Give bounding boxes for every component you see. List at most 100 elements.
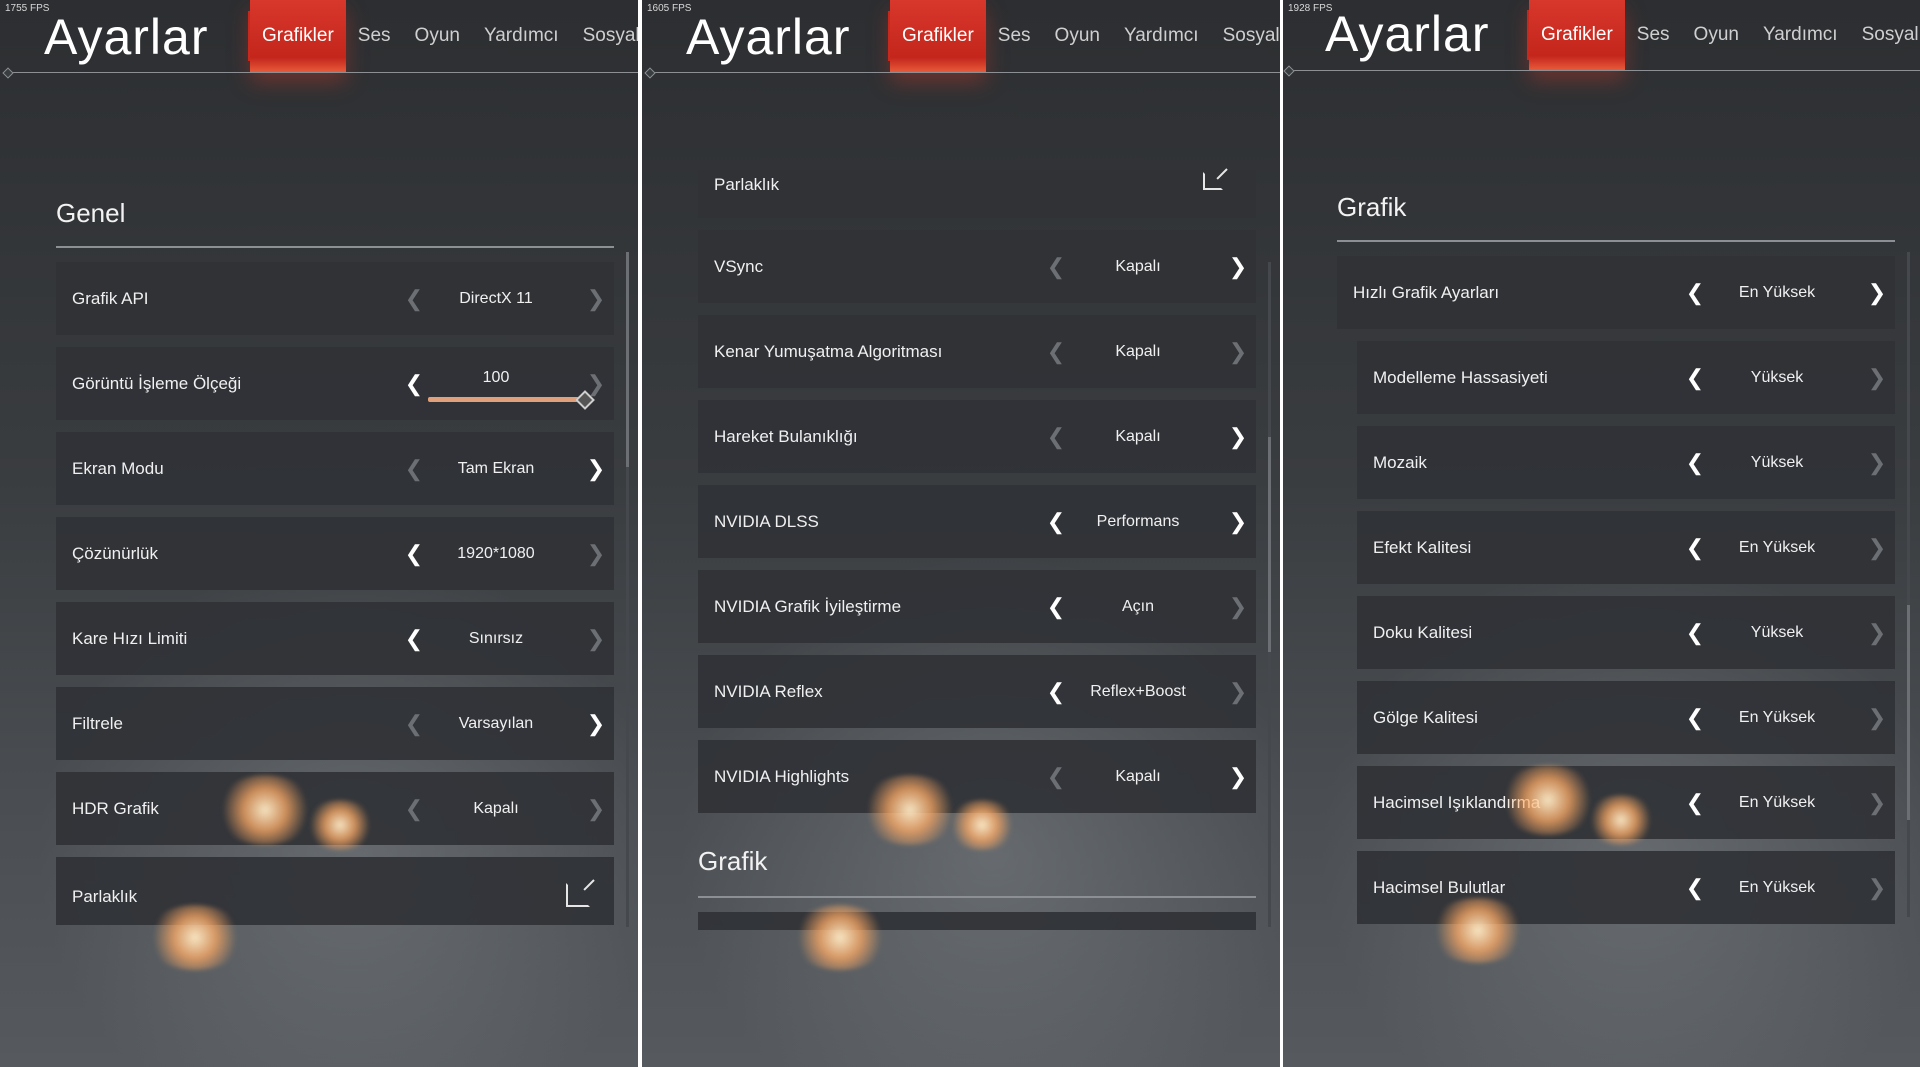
setting-row[interactable]: Modelleme Hassasiyeti ❮ Yüksek ❯ xyxy=(1357,341,1895,414)
external-link-icon[interactable] xyxy=(566,883,590,907)
tab-ses[interactable]: Ses xyxy=(346,0,403,72)
setting-row[interactable]: Kare Hızı Limiti ❮ Sınırsız ❯ xyxy=(56,602,614,675)
tab-oyun[interactable]: Oyun xyxy=(403,0,472,72)
setting-value: Yüksek xyxy=(1750,453,1804,471)
chevron-right-icon[interactable]: ❯ xyxy=(1226,655,1250,728)
tab-bar: Grafikler Ses Oyun Yardımcı Sosyal xyxy=(248,0,640,72)
chevron-left-icon[interactable]: ❮ xyxy=(1683,341,1707,414)
setting-row[interactable]: Hareket Bulanıklığı ❮ Kapalı ❯ xyxy=(698,400,1256,473)
chevron-left-icon[interactable]: ❮ xyxy=(1683,511,1707,584)
setting-label: Gölge Kalitesi xyxy=(1373,708,1478,727)
settings-panel-2: 1605 FPS Ayarlar Grafikler Ses Oyun Yard… xyxy=(642,0,1280,1067)
tab-sosyal[interactable]: Sosyal xyxy=(1211,0,1280,72)
tab-sosyal[interactable]: Sosyal xyxy=(571,0,640,72)
chevron-right-icon[interactable]: ❯ xyxy=(1226,570,1250,643)
setting-row[interactable]: VSync ❮ Kapalı ❯ xyxy=(698,230,1256,303)
tab-grafikler[interactable]: Grafikler xyxy=(890,0,986,72)
scrollbar[interactable] xyxy=(1907,605,1910,820)
chevron-left-icon[interactable]: ❮ xyxy=(1683,766,1707,839)
chevron-left-icon[interactable]: ❮ xyxy=(1044,655,1068,728)
setting-row[interactable]: Parlaklık xyxy=(56,857,614,925)
setting-label: Kare Hızı Limiti xyxy=(72,629,188,648)
tab-oyun[interactable]: Oyun xyxy=(1682,0,1751,70)
chevron-right-icon[interactable]: ❯ xyxy=(1865,426,1889,499)
tab-grafikler[interactable]: Grafikler xyxy=(1529,0,1625,70)
setting-row[interactable]: Hızlı Grafik Ayarları ❮ En Yüksek ❯ xyxy=(1337,256,1895,329)
scrollbar[interactable] xyxy=(626,252,629,467)
chevron-right-icon[interactable]: ❯ xyxy=(584,687,608,760)
setting-label: Modelleme Hassasiyeti xyxy=(1373,368,1548,387)
section-title-genel: Genel xyxy=(56,198,126,228)
tab-grafikler[interactable]: Grafikler xyxy=(250,0,346,72)
chevron-left-icon[interactable]: ❮ xyxy=(402,772,426,845)
tab-sosyal[interactable]: Sosyal xyxy=(1850,0,1920,70)
section-divider xyxy=(1337,240,1895,242)
chevron-left-icon[interactable]: ❮ xyxy=(1044,400,1068,473)
header-divider xyxy=(644,67,1280,79)
setting-row[interactable]: Parlaklık xyxy=(698,170,1256,218)
setting-row[interactable]: Grafik API ❮ DirectX 11 ❯ xyxy=(56,262,614,335)
chevron-right-icon[interactable]: ❯ xyxy=(1226,400,1250,473)
setting-row[interactable]: Doku Kalitesi ❮ Yüksek ❯ xyxy=(1357,596,1895,669)
chevron-left-icon[interactable]: ❮ xyxy=(402,687,426,760)
chevron-left-icon[interactable]: ❮ xyxy=(1044,315,1068,388)
chevron-right-icon[interactable]: ❯ xyxy=(584,262,608,335)
chevron-left-icon[interactable]: ❮ xyxy=(1044,230,1068,303)
chevron-right-icon[interactable]: ❯ xyxy=(584,432,608,505)
chevron-left-icon[interactable]: ❮ xyxy=(1044,740,1068,813)
setting-value: En Yüksek xyxy=(1738,708,1816,726)
tab-ses[interactable]: Ses xyxy=(986,0,1043,72)
chevron-right-icon[interactable]: ❯ xyxy=(1865,511,1889,584)
chevron-right-icon[interactable]: ❯ xyxy=(1865,341,1889,414)
chevron-left-icon[interactable]: ❮ xyxy=(402,517,426,590)
chevron-left-icon[interactable]: ❮ xyxy=(402,262,426,335)
chevron-left-icon[interactable]: ❮ xyxy=(402,432,426,505)
chevron-right-icon[interactable]: ❯ xyxy=(1226,740,1250,813)
setting-label: NVIDIA Reflex xyxy=(714,682,823,701)
setting-row[interactable]: Efekt Kalitesi ❮ En Yüksek ❯ xyxy=(1357,511,1895,584)
setting-row[interactable]: NVIDIA DLSS ❮ Performans ❯ xyxy=(698,485,1256,558)
setting-value: Varsayılan xyxy=(458,714,534,732)
chevron-right-icon[interactable]: ❯ xyxy=(1865,681,1889,754)
setting-row[interactable]: Filtrele ❮ Varsayılan ❯ xyxy=(56,687,614,760)
chevron-right-icon[interactable]: ❯ xyxy=(1226,315,1250,388)
chevron-left-icon[interactable]: ❮ xyxy=(1044,485,1068,558)
tab-yardimci[interactable]: Yardımcı xyxy=(1112,0,1211,72)
chevron-right-icon[interactable]: ❯ xyxy=(584,517,608,590)
chevron-left-icon[interactable]: ❮ xyxy=(402,347,426,420)
scrollbar[interactable] xyxy=(1268,437,1271,652)
render-scale-slider[interactable] xyxy=(428,397,583,402)
setting-row[interactable]: NVIDIA Reflex ❮ Reflex+Boost ❯ xyxy=(698,655,1256,728)
chevron-left-icon[interactable]: ❮ xyxy=(1683,681,1707,754)
tab-yardimci[interactable]: Yardımcı xyxy=(1751,0,1850,70)
tab-yardimci[interactable]: Yardımcı xyxy=(472,0,571,72)
setting-value: Kapalı xyxy=(473,799,519,817)
chevron-right-icon[interactable]: ❯ xyxy=(1865,596,1889,669)
setting-row[interactable]: Çözünürlük ❮ 1920*1080 ❯ xyxy=(56,517,614,590)
setting-row[interactable] xyxy=(698,912,1256,930)
scrollbar-track xyxy=(626,467,629,927)
chevron-left-icon[interactable]: ❮ xyxy=(1683,256,1707,329)
chevron-right-icon[interactable]: ❯ xyxy=(584,602,608,675)
chevron-right-icon[interactable]: ❯ xyxy=(1226,230,1250,303)
chevron-left-icon[interactable]: ❮ xyxy=(1683,851,1707,924)
setting-row[interactable]: Görüntü İşleme Ölçeği ❮ 100 ❯ xyxy=(56,347,614,420)
chevron-left-icon[interactable]: ❮ xyxy=(1683,596,1707,669)
chevron-right-icon[interactable]: ❯ xyxy=(584,347,608,420)
chevron-left-icon[interactable]: ❮ xyxy=(1044,570,1068,643)
tab-oyun[interactable]: Oyun xyxy=(1043,0,1112,72)
setting-row[interactable]: Ekran Modu ❮ Tam Ekran ❯ xyxy=(56,432,614,505)
chevron-right-icon[interactable]: ❯ xyxy=(1865,766,1889,839)
external-link-icon[interactable] xyxy=(1203,172,1223,190)
chevron-right-icon[interactable]: ❯ xyxy=(1226,485,1250,558)
setting-row[interactable]: Gölge Kalitesi ❮ En Yüksek ❯ xyxy=(1357,681,1895,754)
chevron-right-icon[interactable]: ❯ xyxy=(1865,851,1889,924)
tab-ses[interactable]: Ses xyxy=(1625,0,1682,70)
chevron-right-icon[interactable]: ❯ xyxy=(1865,256,1889,329)
chevron-left-icon[interactable]: ❮ xyxy=(1683,426,1707,499)
setting-row[interactable]: Kenar Yumuşatma Algoritması ❮ Kapalı ❯ xyxy=(698,315,1256,388)
setting-row[interactable]: NVIDIA Grafik İyileştirme ❮ Açın ❯ xyxy=(698,570,1256,643)
chevron-left-icon[interactable]: ❮ xyxy=(402,602,426,675)
chevron-right-icon[interactable]: ❯ xyxy=(584,772,608,845)
setting-row[interactable]: Mozaik ❮ Yüksek ❯ xyxy=(1357,426,1895,499)
